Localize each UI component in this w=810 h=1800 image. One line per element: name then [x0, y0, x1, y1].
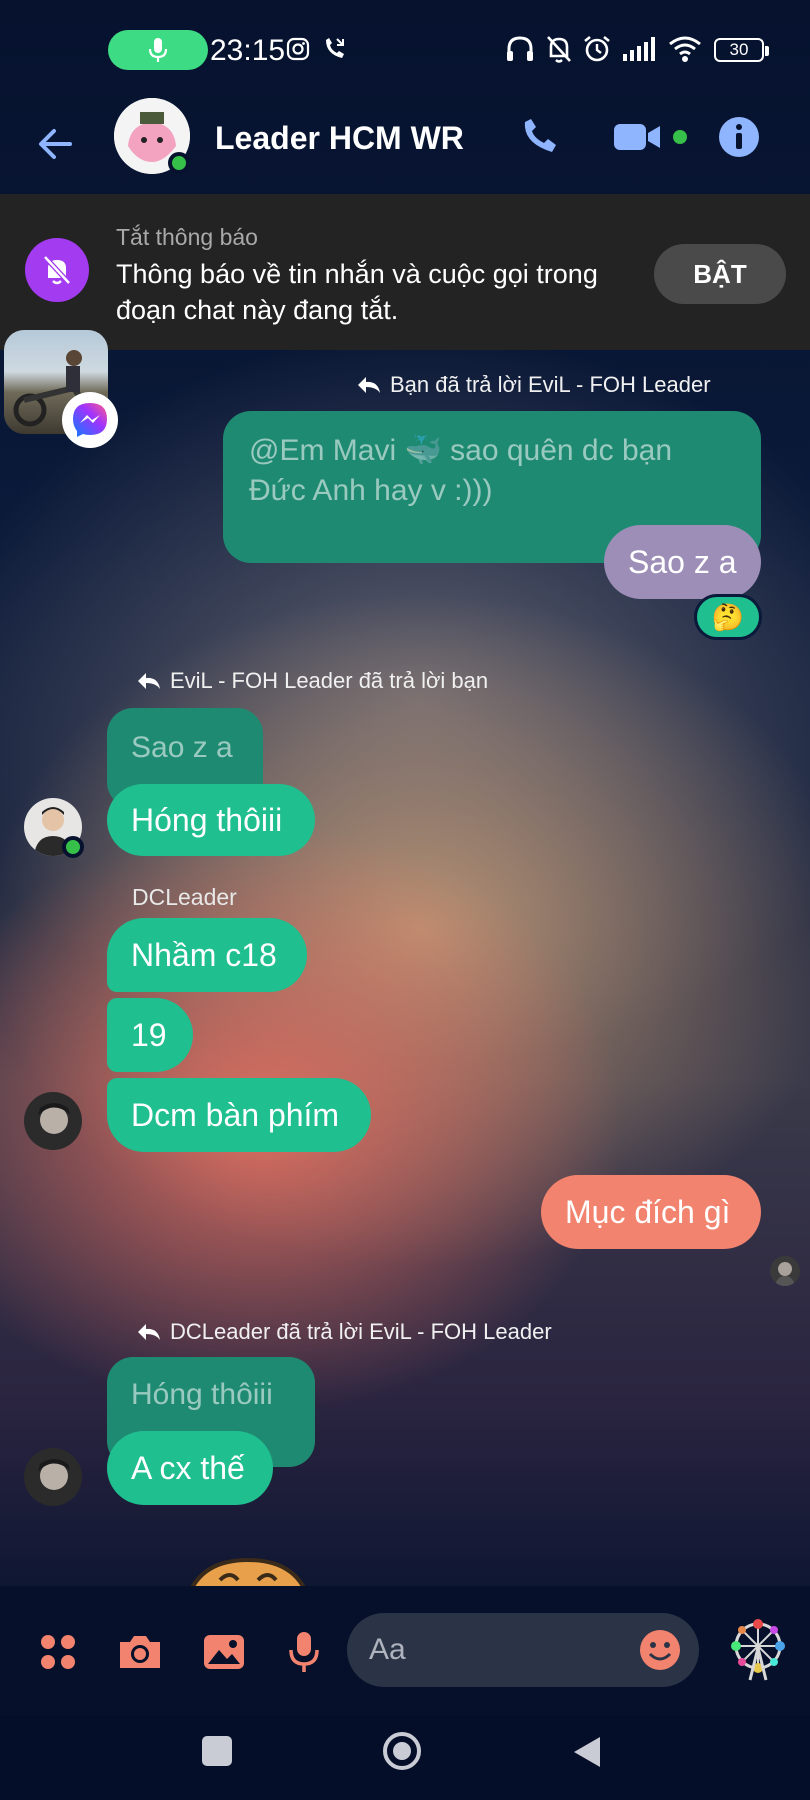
avatar[interactable]	[24, 1448, 82, 1506]
voice-call-button[interactable]	[514, 112, 564, 162]
banner-title: Tắt thông báo	[116, 224, 258, 250]
quick-reaction-button[interactable]	[726, 1618, 790, 1682]
incoming-message[interactable]: Nhầm c18	[107, 918, 307, 992]
image-icon	[204, 1635, 244, 1669]
missed-call-icon	[322, 34, 348, 64]
quoted-text: @Em Mavi 🐳 sao quên dc bạn Đức Anh hay v…	[249, 434, 673, 507]
sender-name: DCLeader	[132, 884, 237, 910]
message-composer[interactable]	[347, 1613, 699, 1687]
banner-text: Thông báo về tin nhắn và cuộc gọi trong …	[116, 259, 598, 325]
message-text: Sao z a	[628, 543, 737, 580]
reply-icon	[358, 377, 380, 393]
nav-square-icon[interactable]	[202, 1736, 232, 1766]
status-time: 23:15	[210, 34, 286, 67]
ferris-wheel-icon	[731, 1619, 785, 1681]
phone-icon	[524, 119, 556, 152]
message-text: A cx thế	[131, 1449, 245, 1486]
incoming-message[interactable]: Hóng thôiii	[107, 784, 315, 856]
video-camera-icon	[614, 124, 687, 150]
voice-message-button[interactable]	[284, 1630, 324, 1674]
outgoing-message[interactable]: Sao z a	[604, 525, 761, 599]
back-button[interactable]	[34, 122, 78, 166]
reply-note: EviL - FOH Leader đã trả lời bạn	[136, 668, 488, 694]
group-avatar[interactable]	[114, 98, 190, 174]
reply-icon	[138, 673, 160, 689]
wifi-icon	[668, 34, 702, 64]
headphones-icon	[505, 34, 535, 64]
mic-icon	[148, 38, 168, 62]
online-status-dot	[62, 836, 84, 858]
battery-indicator: 30	[714, 38, 769, 62]
signal-icon	[622, 34, 658, 64]
alarm-icon	[582, 34, 612, 64]
status-bar: 23:15 30	[0, 0, 810, 100]
messenger-badge	[62, 392, 118, 448]
outgoing-message[interactable]: Mục đích gì	[541, 1175, 761, 1249]
nav-back-icon[interactable]	[570, 1734, 604, 1770]
reply-icon	[138, 1324, 160, 1340]
online-status-dot	[168, 152, 190, 174]
mute-badge	[25, 238, 89, 302]
avatar[interactable]	[24, 1092, 82, 1150]
bell-off-icon	[43, 255, 71, 285]
microphone-icon	[289, 1632, 319, 1672]
apps-grid-icon	[41, 1635, 75, 1669]
mic-recording-pill[interactable]	[108, 30, 208, 70]
back-arrow-icon	[39, 129, 72, 159]
reaction-badge[interactable]: 🤔	[694, 594, 762, 640]
instagram-icon	[286, 34, 310, 64]
incoming-message[interactable]: Dcm bàn phím	[107, 1078, 371, 1152]
read-receipt-avatar	[770, 1256, 800, 1286]
info-icon	[719, 117, 759, 157]
unmute-button[interactable]: BẬT	[654, 244, 786, 304]
message-text: Mục đích gì	[565, 1193, 731, 1230]
messenger-icon	[73, 403, 107, 437]
info-button[interactable]	[714, 112, 764, 162]
video-call-button[interactable]	[612, 112, 692, 162]
camera-button[interactable]	[116, 1630, 164, 1674]
incoming-message[interactable]: A cx thế	[107, 1431, 273, 1505]
message-text: Dcm bàn phím	[131, 1096, 340, 1133]
message-text: 19	[131, 1016, 167, 1053]
quoted-text: Sao z a	[131, 731, 233, 764]
reply-note: DCLeader đã trả lời EviL - FOH Leader	[136, 1319, 552, 1345]
more-actions-button[interactable]	[36, 1630, 80, 1674]
bell-off-icon	[545, 34, 573, 64]
reply-note: Bạn đã trả lời EviL - FOH Leader	[356, 372, 711, 398]
message-text: Nhầm c18	[131, 936, 277, 973]
gallery-button[interactable]	[200, 1630, 248, 1674]
chat-title[interactable]: Leader HCM WR	[215, 120, 464, 157]
message-text: Hóng thôiii	[131, 801, 283, 838]
message-input[interactable]	[369, 1629, 619, 1671]
camera-icon	[120, 1636, 160, 1668]
quoted-text: Hóng thôiii	[131, 1378, 273, 1411]
emoji-icon	[640, 1630, 680, 1670]
nav-home-icon[interactable]	[382, 1731, 422, 1771]
incoming-message[interactable]: 19	[107, 998, 193, 1072]
emoji-button[interactable]	[639, 1629, 681, 1671]
